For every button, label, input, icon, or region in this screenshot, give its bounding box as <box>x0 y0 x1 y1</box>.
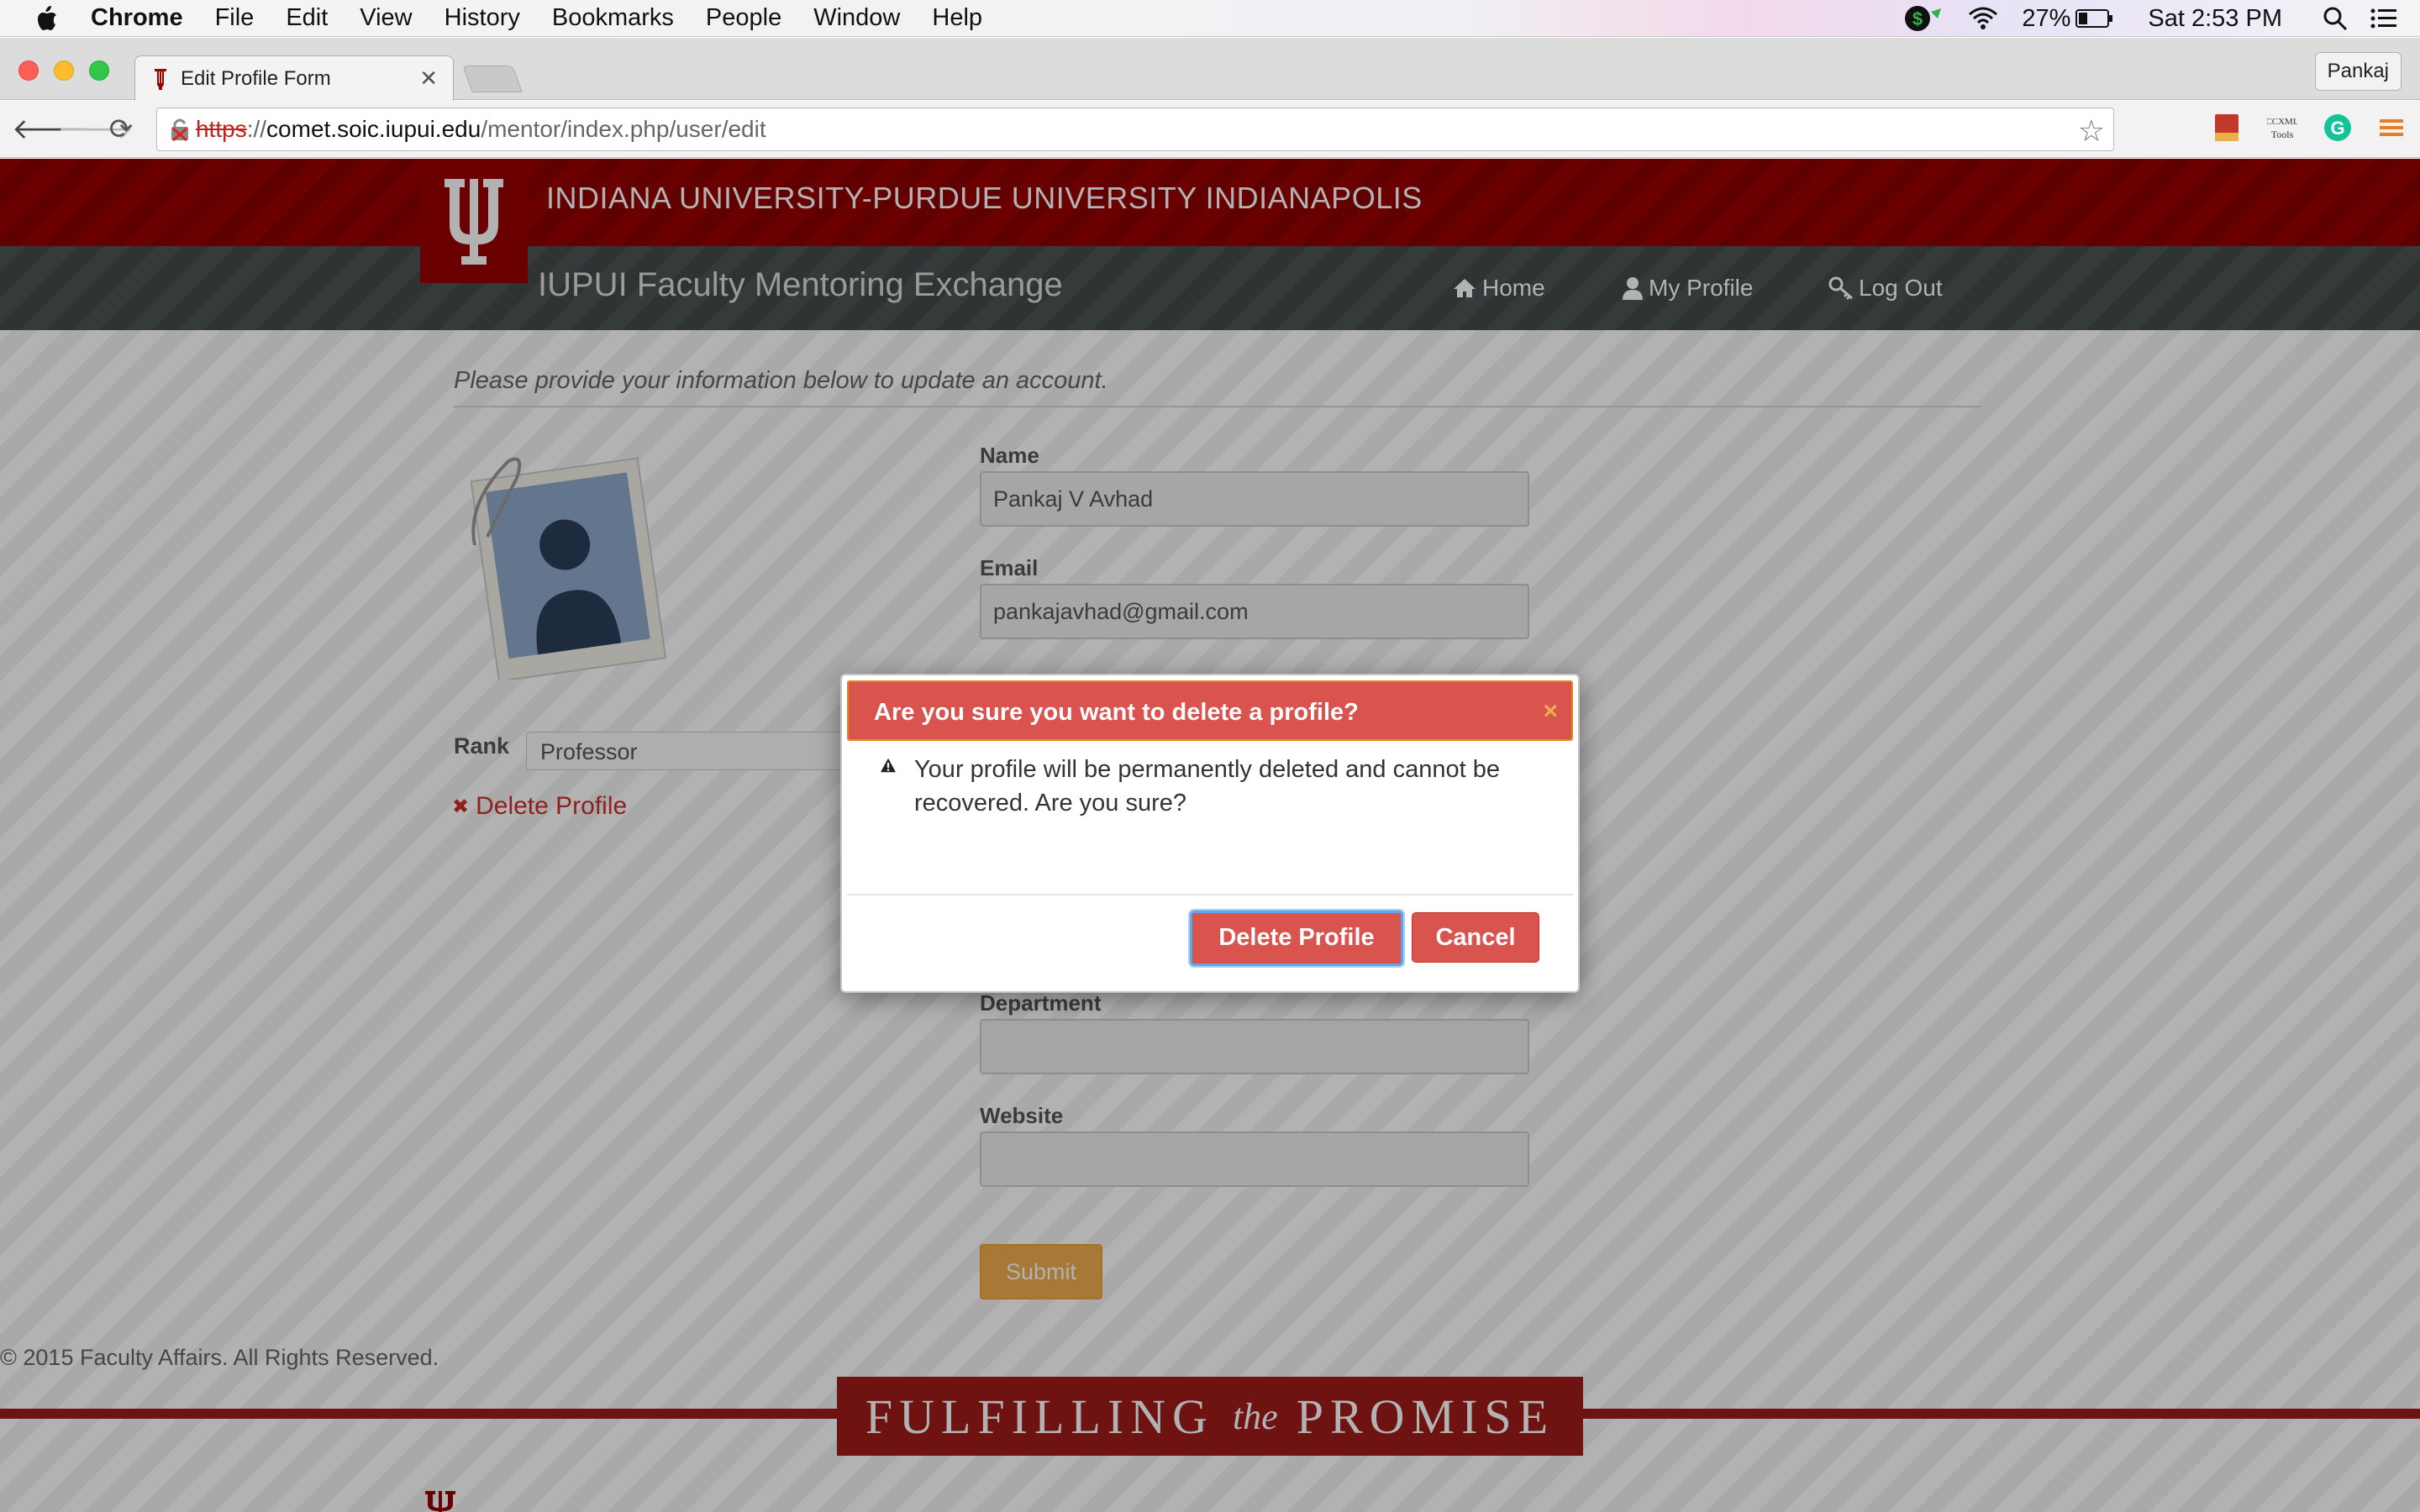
dialog-header: Are you sure you want to delete a profil… <box>847 680 1573 741</box>
url-separator: :// <box>246 116 267 142</box>
warning-icon <box>881 758 896 773</box>
reload-icon[interactable]: ⟳ <box>104 113 138 146</box>
apple-icon[interactable] <box>34 4 59 33</box>
url-host: comet.soic.iupui.edu <box>266 116 481 142</box>
menu-people[interactable]: People <box>706 4 781 32</box>
battery-icon[interactable] <box>2075 8 2114 29</box>
notification-center-icon[interactable] <box>2370 7 2398 30</box>
svg-text:$: $ <box>1912 8 1923 29</box>
tab-close-icon[interactable]: ✕ <box>419 66 438 92</box>
cancel-button[interactable]: Cancel <box>1412 912 1539 963</box>
macos-menubar: Chrome File Edit View History Bookmarks … <box>0 0 2420 37</box>
window-zoom-button[interactable] <box>89 60 109 81</box>
url-scheme: https <box>196 116 247 142</box>
svg-text:G: G <box>2330 118 2344 139</box>
window-minimize-button[interactable] <box>54 60 74 81</box>
menu-file[interactable]: File <box>215 4 255 32</box>
bookmark-star-icon[interactable]: ☆ <box>2078 113 2105 149</box>
dialog-message: Your profile will be permanently deleted… <box>914 756 1501 816</box>
new-tab-button[interactable] <box>462 66 523 92</box>
dollar-sync-icon[interactable]: $ <box>1902 3 1944 34</box>
iu-favicon-icon <box>155 68 166 90</box>
clock[interactable]: Sat 2:53 PM <box>2148 5 2282 33</box>
profile-button[interactable]: Pankaj <box>2314 52 2402 91</box>
tab-title: Edit Profile Form <box>181 66 331 90</box>
menu-history[interactable]: History <box>445 4 520 32</box>
browser-tab[interactable]: Edit Profile Form ✕ <box>134 55 454 101</box>
menu-view[interactable]: View <box>360 4 412 32</box>
menu-bookmarks[interactable]: Bookmarks <box>552 4 674 32</box>
spotlight-search-icon[interactable] <box>2323 6 2348 31</box>
confirm-delete-button[interactable]: Delete Profile <box>1190 911 1403 966</box>
menu-help[interactable]: Help <box>932 4 982 32</box>
bookmark-extension-icon[interactable] <box>2212 113 2242 143</box>
menu-window[interactable]: Window <box>813 4 900 32</box>
menu-edit[interactable]: Edit <box>286 4 328 32</box>
dialog-body: Your profile will be permanently deleted… <box>876 753 1548 820</box>
address-bar[interactable]: https :// comet.soic.iupui.edu /mentor/i… <box>156 108 2114 151</box>
dialog-title: Are you sure you want to delete a profil… <box>874 699 1359 726</box>
url-path: /mentor/index.php/user/edit <box>481 116 766 142</box>
window-close-button[interactable] <box>18 60 39 81</box>
ccxml-tools-icon[interactable]: CCXML Tools <box>2267 113 2297 143</box>
menu-app-name[interactable]: Chrome <box>91 4 183 32</box>
svg-text:CCXML: CCXML <box>2267 117 2297 127</box>
chrome-menu-icon[interactable] <box>2376 113 2407 143</box>
dialog-footer-divider <box>847 894 1573 895</box>
svg-text:Tools: Tools <box>2271 129 2294 140</box>
wifi-icon[interactable] <box>1966 6 2000 31</box>
menubar-status-area: $ 27% Sat 2:53 PM <box>1902 0 2420 37</box>
battery-percent: 27% <box>2022 4 2071 32</box>
grammarly-icon[interactable]: G <box>2323 113 2353 143</box>
back-arrow-icon[interactable]: 🡐 <box>12 113 88 146</box>
forward-arrow-icon[interactable]: 🡒 <box>57 113 134 146</box>
broken-lock-icon[interactable] <box>169 117 191 142</box>
dialog-close-icon[interactable]: × <box>1543 697 1558 726</box>
delete-confirm-dialog: Are you sure you want to delete a profil… <box>840 674 1580 993</box>
